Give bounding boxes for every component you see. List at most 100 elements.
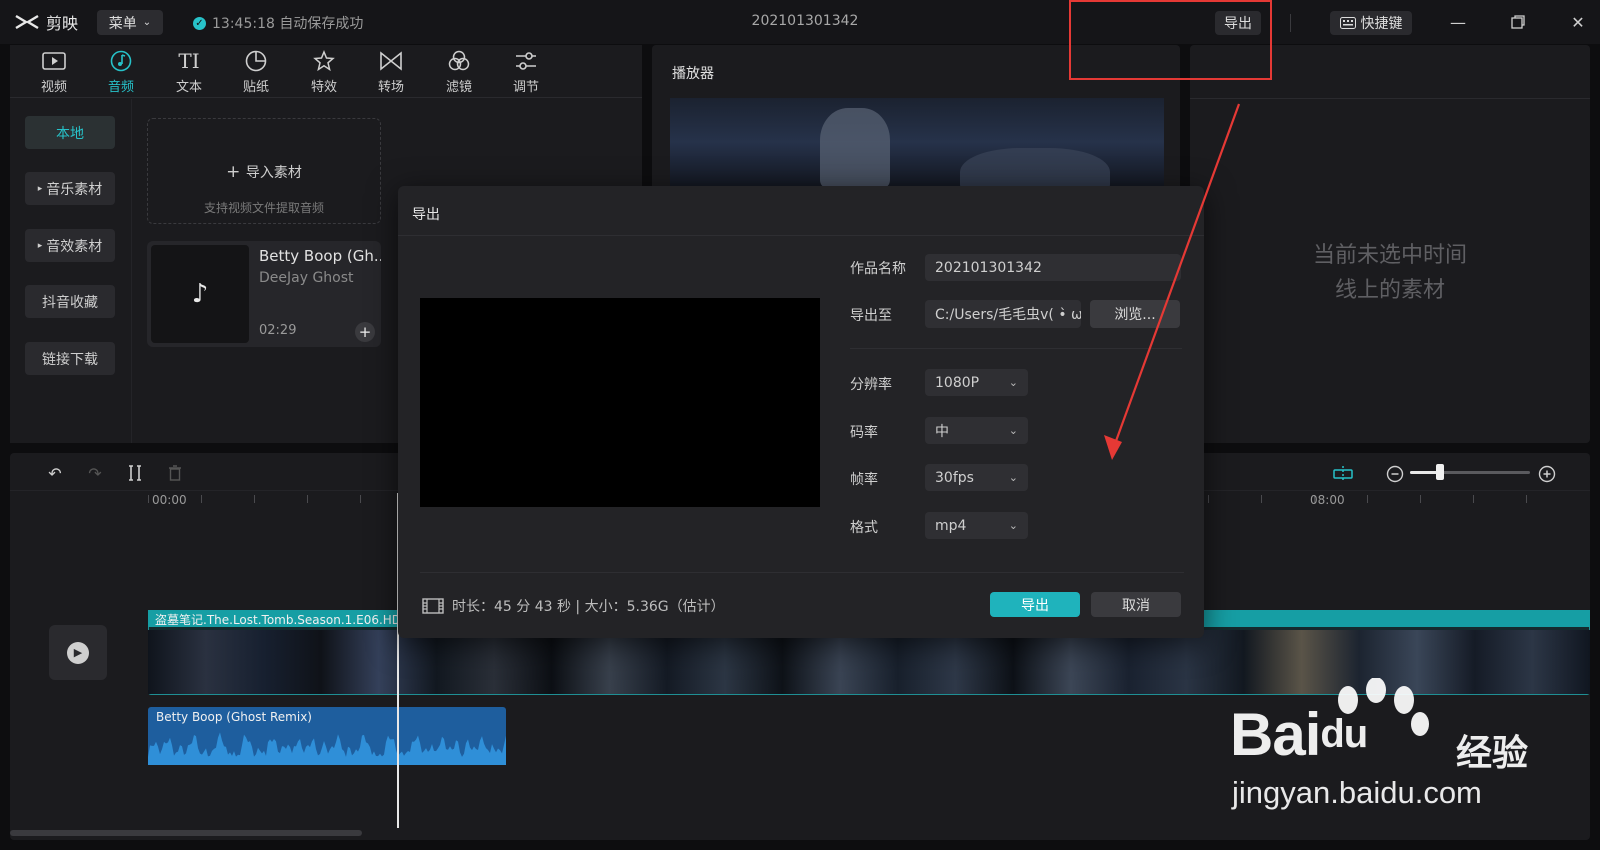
sidebar-item-music[interactable]: ▸ 音乐素材 [25,172,115,205]
effects-icon [311,50,337,72]
annotation-arrow [1104,103,1241,460]
track-mute-button[interactable]: ▶ [49,625,107,680]
tab-label: 滤镜 [445,80,472,95]
app-logo: 剪映 [14,10,78,34]
autosave-text: 13:45:18 自动保存成功 [212,16,364,32]
close-icon[interactable]: ✕ [1566,10,1590,34]
confirm-export-button[interactable]: 导出 [990,592,1080,617]
format-label: 格式 [850,520,878,536]
video-icon [41,50,67,72]
zoom-out-icon[interactable] [1384,463,1406,485]
format-value: mp4 [935,517,967,534]
shortcut-button[interactable]: 快捷键 [1330,11,1412,35]
sidebar-item-douyin-favorites[interactable]: 抖音收藏 [25,285,115,318]
maximize-icon[interactable] [1506,10,1530,34]
properties-divider [1190,98,1590,99]
export-preview [420,298,820,507]
waveform-shape [148,732,506,765]
ruler-label: 00:00 [152,493,187,507]
undo-icon[interactable]: ↶ [44,462,66,484]
tab-label: 贴纸 [242,80,269,95]
tab-label: 视频 [40,80,67,95]
tab-adjust[interactable]: 调节 [499,50,553,95]
audio-clip-label: Betty Boop (Ghost Remix) [156,710,312,724]
tab-effects[interactable]: 特效 [297,50,351,95]
media-sidebar [10,99,132,443]
properties-empty-message: 当前未选中时间 线上的素材 [1260,238,1520,308]
tab-label: 特效 [310,80,337,95]
framerate-select[interactable]: 30fps ⌄ [925,464,1028,491]
tab-label: 转场 [377,80,404,95]
ruler-label: 08:00 [1310,493,1345,507]
title-divider [1290,14,1291,32]
bitrate-label: 码率 [850,425,878,441]
audio-icon [108,50,134,72]
keyboard-icon [1339,17,1356,29]
sidebar-item-label: 本地 [56,125,84,142]
speaker-icon: ▶ [67,641,89,664]
tab-text[interactable]: TI 文本 [162,49,216,95]
menu-label: 菜单 [108,15,137,32]
audio-waveform [148,732,506,765]
chevron-down-icon: ⌄ [1008,519,1018,532]
empty-line-2: 线上的素材 [1334,278,1445,303]
add-to-timeline-icon[interactable]: + [355,322,375,342]
tab-filter[interactable]: 滤镜 [432,50,486,95]
resolution-select[interactable]: 1080P ⌄ [925,369,1028,396]
transition-icon [378,50,404,72]
tab-sticker[interactable]: 贴纸 [229,50,283,95]
chevron-down-icon: ⌄ [1008,376,1018,389]
chevron-down-icon: ⌄ [1008,424,1018,437]
watermark-brand: Baidu [1230,700,1368,769]
caret-right-icon: ▸ [37,240,43,251]
import-text: 导入素材 [245,165,302,181]
sidebar-item-local[interactable]: 本地 [25,116,115,149]
format-select[interactable]: mp4 ⌄ [925,512,1028,539]
zoom-slider-thumb[interactable] [1436,464,1444,480]
caret-right-icon: ▸ [37,183,43,194]
sidebar-item-label: 音效素材 [46,238,103,255]
capcut-logo-icon [15,14,39,30]
export-summary-text: 时长：45 分 43 秒 | 大小：5.36G（估计） [452,599,725,615]
redo-icon[interactable]: ↷ [84,462,106,484]
tab-transition[interactable]: 转场 [364,50,418,95]
split-icon[interactable] [124,462,146,484]
tab-video[interactable]: 视频 [27,50,81,95]
tab-audio[interactable]: 音频 [94,50,148,95]
chevron-down-icon: ⌄ [142,17,152,28]
sidebar-item-label: 链接下载 [42,351,98,368]
video-clip-label: 盗墓笔记.The.Lost.Tomb.Season.1.E06.HD720P [155,613,432,627]
autosave-status: ✓ 13:45:18 自动保存成功 [193,13,363,33]
chevron-down-icon: ⌄ [1008,471,1018,484]
watermark-url: jingyan.baidu.com [1232,775,1482,810]
sidebar-item-label: 抖音收藏 [42,294,98,311]
import-label: + 导入素材 [147,162,381,182]
framerate-value: 30fps [935,469,974,486]
watermark-brand-bai: Bai [1230,701,1321,768]
snap-icon[interactable] [1332,463,1354,485]
sidebar-item-link-download[interactable]: 链接下载 [25,342,115,375]
player-video-frame [670,98,1164,186]
framerate-label: 帧率 [850,472,878,488]
plus-icon: + [226,162,246,182]
bitrate-select[interactable]: 中 ⌄ [925,417,1028,444]
film-icon [422,598,444,614]
bitrate-value: 中 [935,423,949,440]
tab-label: 音频 [107,80,134,95]
menu-dropdown[interactable]: 菜单 ⌄ [97,10,163,35]
watermark-jingyan: 经验 [1456,733,1529,774]
sticker-icon [243,50,269,72]
delete-icon[interactable] [164,462,186,484]
minimize-icon[interactable]: — [1446,10,1470,34]
text-icon: TI [178,49,200,73]
sidebar-item-sound-effects[interactable]: ▸ 音效素材 [25,229,115,262]
name-label: 作品名称 [850,261,906,277]
cancel-button[interactable]: 取消 [1091,592,1181,617]
zoom-in-icon[interactable] [1536,463,1558,485]
timeline-scrollbar[interactable] [10,830,362,836]
path-input[interactable]: C:/Users/毛毛虫v( •̀ ω [925,300,1081,328]
video-figure [960,148,1110,186]
import-hint: 支持视频文件提取音频 [203,201,324,215]
path-label: 导出至 [850,308,892,324]
project-title: 202101301342 [751,13,859,29]
